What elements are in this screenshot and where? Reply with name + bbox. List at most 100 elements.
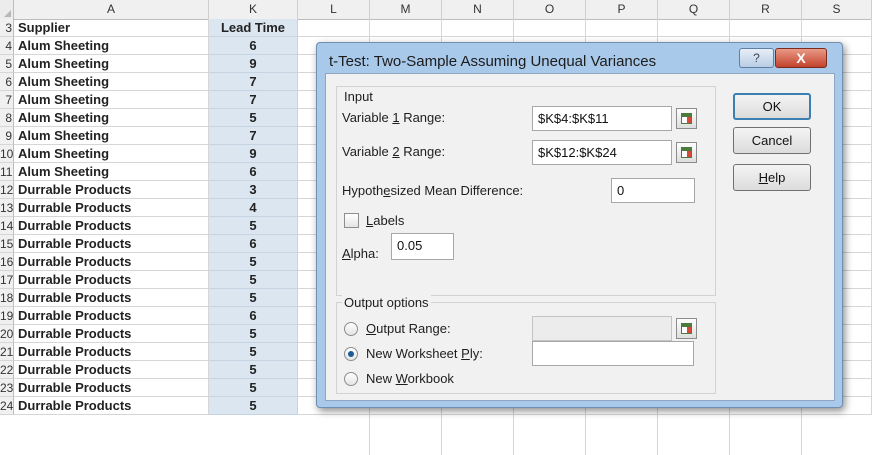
range-selector-icon[interactable] — [676, 108, 697, 129]
lead-time-cell[interactable]: 7 — [209, 73, 298, 91]
column-header-p[interactable]: P — [586, 0, 658, 19]
supplier-cell[interactable]: Durrable Products — [14, 397, 209, 415]
column-header-l[interactable]: L — [298, 0, 370, 19]
lead-time-cell[interactable]: 5 — [209, 109, 298, 127]
output-range-radio[interactable] — [344, 322, 358, 336]
variable-1-range-input[interactable]: $K$4:$K$11 — [532, 106, 672, 131]
labels-checkbox[interactable] — [344, 213, 359, 228]
row-number[interactable]: 21 — [0, 343, 14, 361]
output-range-label: Output Range: — [366, 321, 451, 336]
help-icon[interactable]: ? — [739, 48, 774, 68]
column-header-s[interactable]: S — [802, 0, 872, 19]
lead-time-cell[interactable]: 4 — [209, 199, 298, 217]
supplier-cell[interactable]: Alum Sheeting — [14, 109, 209, 127]
row-number[interactable]: 7 — [0, 91, 14, 109]
lead-time-cell[interactable]: 6 — [209, 307, 298, 325]
supplier-cell[interactable]: Durrable Products — [14, 361, 209, 379]
column-header-r[interactable]: R — [730, 0, 802, 19]
cancel-button[interactable]: Cancel — [733, 127, 811, 154]
column-header-m[interactable]: M — [370, 0, 442, 19]
row-number[interactable]: 4 — [0, 37, 14, 55]
help-button[interactable]: Help — [733, 164, 811, 191]
output-range-input[interactable] — [532, 316, 672, 341]
supplier-cell[interactable]: Durrable Products — [14, 289, 209, 307]
row-number[interactable]: 17 — [0, 271, 14, 289]
lead-time-cell[interactable]: 6 — [209, 37, 298, 55]
column-header-n[interactable]: N — [442, 0, 514, 19]
access-key: W — [395, 371, 408, 386]
row-number[interactable]: 8 — [0, 109, 14, 127]
lead-time-cell[interactable]: 7 — [209, 127, 298, 145]
row-number[interactable]: 18 — [0, 289, 14, 307]
lead-time-cell[interactable]: 5 — [209, 361, 298, 379]
row-number[interactable]: 10 — [0, 145, 14, 163]
row-number[interactable]: 23 — [0, 379, 14, 397]
variable-2-range-input[interactable]: $K$12:$K$24 — [532, 140, 672, 165]
supplier-cell[interactable]: Durrable Products — [14, 253, 209, 271]
row-number[interactable]: 15 — [0, 235, 14, 253]
supplier-cell[interactable]: Alum Sheeting — [14, 37, 209, 55]
row-number[interactable]: 5 — [0, 55, 14, 73]
column-header-k[interactable]: K — [209, 0, 298, 19]
lead-time-cell[interactable]: 9 — [209, 145, 298, 163]
range-selector-icon[interactable] — [676, 142, 697, 163]
select-all-corner[interactable] — [0, 0, 14, 19]
supplier-cell[interactable]: Durrable Products — [14, 325, 209, 343]
lead-time-cell[interactable]: 9 — [209, 55, 298, 73]
label-part: utput Range: — [376, 321, 451, 336]
lead-time-cell[interactable]: 5 — [209, 289, 298, 307]
supplier-cell[interactable]: Alum Sheeting — [14, 73, 209, 91]
column-header-a[interactable]: A — [14, 0, 209, 19]
supplier-cell[interactable]: Durrable Products — [14, 199, 209, 217]
supplier-cell[interactable]: Alum Sheeting — [14, 163, 209, 181]
row-number[interactable]: 13 — [0, 199, 14, 217]
row-number[interactable]: 3 — [0, 19, 14, 37]
lead-time-cell[interactable]: 5 — [209, 217, 298, 235]
close-icon[interactable]: X — [775, 48, 827, 68]
lead-time-header-cell[interactable]: Lead Time — [209, 19, 298, 37]
new-worksheet-ply-input[interactable] — [532, 341, 694, 366]
row-number[interactable]: 12 — [0, 181, 14, 199]
lead-time-cell[interactable]: 5 — [209, 253, 298, 271]
supplier-header-cell[interactable]: Supplier — [14, 19, 209, 37]
ok-button[interactable]: OK — [733, 93, 811, 120]
row-number[interactable]: 16 — [0, 253, 14, 271]
lead-time-cell[interactable]: 5 — [209, 343, 298, 361]
supplier-cell[interactable]: Alum Sheeting — [14, 127, 209, 145]
lead-time-cell[interactable]: 5 — [209, 379, 298, 397]
lead-time-cell[interactable]: 6 — [209, 235, 298, 253]
row-number[interactable]: 22 — [0, 361, 14, 379]
supplier-cell[interactable]: Alum Sheeting — [14, 55, 209, 73]
new-worksheet-ply-radio[interactable] — [344, 347, 358, 361]
supplier-cell[interactable]: Durrable Products — [14, 379, 209, 397]
lead-time-cell[interactable]: 5 — [209, 325, 298, 343]
new-workbook-radio[interactable] — [344, 372, 358, 386]
supplier-cell[interactable]: Durrable Products — [14, 307, 209, 325]
alpha-input[interactable]: 0.05 — [391, 233, 454, 260]
lead-time-cell[interactable]: 5 — [209, 397, 298, 415]
supplier-cell[interactable]: Durrable Products — [14, 181, 209, 199]
row-number[interactable]: 24 — [0, 397, 14, 415]
column-header-q[interactable]: Q — [658, 0, 730, 19]
row-number[interactable]: 20 — [0, 325, 14, 343]
column-header-o[interactable]: O — [514, 0, 586, 19]
hypothesized-mean-difference-input[interactable]: 0 — [611, 178, 695, 203]
supplier-cell[interactable]: Durrable Products — [14, 217, 209, 235]
row-number[interactable]: 9 — [0, 127, 14, 145]
lead-time-cell[interactable]: 7 — [209, 91, 298, 109]
row-number[interactable]: 19 — [0, 307, 14, 325]
label-part: lpha: — [350, 246, 379, 261]
supplier-cell[interactable]: Durrable Products — [14, 235, 209, 253]
lead-time-cell[interactable]: 6 — [209, 163, 298, 181]
row-number[interactable]: 6 — [0, 73, 14, 91]
range-selector-icon[interactable] — [676, 318, 697, 339]
lead-time-cell[interactable]: 3 — [209, 181, 298, 199]
supplier-cell[interactable]: Alum Sheeting — [14, 91, 209, 109]
row-number[interactable]: 11 — [0, 163, 14, 181]
label-part: elp — [768, 170, 786, 185]
supplier-cell[interactable]: Durrable Products — [14, 343, 209, 361]
row-number[interactable]: 14 — [0, 217, 14, 235]
supplier-cell[interactable]: Durrable Products — [14, 271, 209, 289]
lead-time-cell[interactable]: 5 — [209, 271, 298, 289]
supplier-cell[interactable]: Alum Sheeting — [14, 145, 209, 163]
